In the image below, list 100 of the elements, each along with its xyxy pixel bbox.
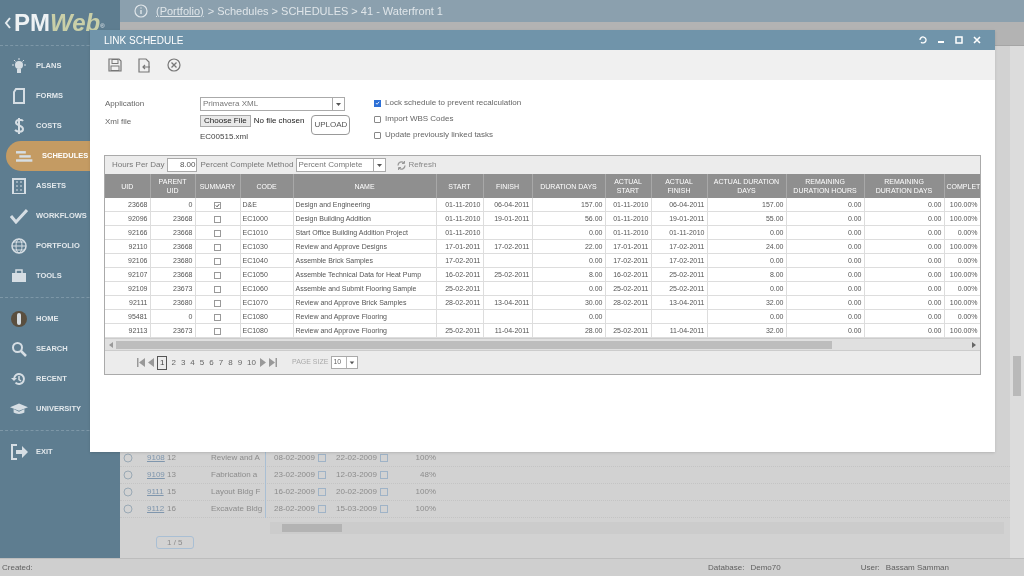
- scroll-right-icon[interactable]: [971, 341, 977, 348]
- scrollbar-thumb[interactable]: [282, 524, 342, 532]
- field-label: Hours Per Day: [112, 159, 165, 171]
- page-field[interactable]: 1 / 5: [156, 535, 194, 549]
- task-link[interactable]: 9112: [147, 503, 167, 515]
- table-cell-text: 16-02-2009: [274, 486, 316, 498]
- checkbox[interactable]: [214, 257, 221, 265]
- close-icon[interactable]: [973, 36, 981, 44]
- calendar-icon[interactable]: [318, 488, 326, 496]
- exit-icon: [10, 444, 28, 460]
- checkbox[interactable]: [214, 299, 221, 307]
- checkbox[interactable]: [374, 99, 381, 107]
- task-link[interactable]: 9108: [147, 452, 167, 464]
- field-label: Application: [105, 98, 146, 110]
- page-button[interactable]: 9: [236, 356, 244, 369]
- caret-icon: [332, 98, 344, 110]
- last-page-icon[interactable]: [269, 358, 277, 367]
- refresh-icon[interactable]: [919, 36, 927, 44]
- file-status: No file chosen: [253, 115, 305, 127]
- previous-page-icon[interactable]: [148, 358, 154, 367]
- maximize-icon[interactable]: [955, 36, 963, 44]
- globe-icon: [10, 238, 28, 254]
- info-icon[interactable]: [134, 4, 148, 18]
- first-page-icon[interactable]: [137, 358, 145, 367]
- checkbox[interactable]: [374, 115, 381, 123]
- checkbox[interactable]: [214, 327, 221, 335]
- page-button[interactable]: 2: [170, 356, 177, 369]
- application-select[interactable]: Primavera XML: [200, 97, 345, 111]
- page-button[interactable]: 1: [157, 355, 168, 370]
- breadcrumb: > Schedules > SCHEDULES > 41 - Waterfront 1: [207, 3, 443, 19]
- page-button[interactable]: 6: [208, 356, 215, 369]
- calendar-icon[interactable]: [318, 454, 326, 462]
- history-icon: [10, 371, 28, 387]
- upload-button[interactable]: UPLOAD: [311, 115, 351, 135]
- task-link[interactable]: 9111: [147, 486, 167, 498]
- page-button[interactable]: 3: [179, 356, 187, 369]
- choose-file-button[interactable]: Choose File: [200, 115, 251, 127]
- calendar-icon[interactable]: [380, 505, 388, 513]
- graduation-cap-icon: [10, 402, 28, 416]
- table-cell-text: 23-02-2009: [274, 469, 316, 481]
- checkbox[interactable]: [214, 243, 221, 251]
- calendar-icon[interactable]: [380, 471, 388, 479]
- scrollbar-thumb[interactable]: [1013, 356, 1021, 396]
- cancel-icon[interactable]: [167, 58, 181, 72]
- refresh-button[interactable]: Refresh: [397, 159, 437, 171]
- document-icon: [10, 88, 28, 104]
- next-page-icon[interactable]: [260, 358, 266, 367]
- scroll-left-icon[interactable]: [108, 341, 114, 348]
- table-cell-text: Layout Bldg F: [210, 486, 262, 498]
- lightbulb-icon: [10, 58, 28, 74]
- checkbox[interactable]: [374, 131, 381, 139]
- page-button[interactable]: 10: [246, 356, 257, 369]
- table-cell-text: 12-03-2009: [336, 469, 378, 481]
- search-icon: [10, 341, 28, 357]
- page-button[interactable]: 4: [189, 356, 196, 369]
- refresh-icon: [397, 160, 407, 170]
- file-name: EC00515.xml: [200, 131, 250, 143]
- status-label: Database:: [708, 561, 745, 574]
- checkbox[interactable]: [214, 201, 221, 209]
- calendar-icon[interactable]: [380, 454, 388, 462]
- hours-field[interactable]: 8.00: [167, 158, 198, 172]
- calendar-icon[interactable]: [380, 488, 388, 496]
- checkbox-label: Lock schedule to prevent recalculation: [385, 97, 522, 109]
- checkbox[interactable]: [214, 215, 221, 223]
- field-label: Percent Complete Method: [200, 159, 294, 171]
- table-cell-text: 20-02-2009: [336, 486, 378, 498]
- export-icon[interactable]: [138, 57, 151, 73]
- breadcrumb-link[interactable]: (Portfolio): [156, 2, 204, 20]
- checkbox[interactable]: [214, 229, 221, 237]
- table-cell-text: 08-02-2009: [274, 452, 316, 464]
- calendar-icon[interactable]: [318, 505, 326, 513]
- status-value: Demo70: [750, 561, 781, 574]
- field-label: Xml file: [105, 116, 133, 128]
- status-label: User:: [860, 561, 880, 574]
- method-select[interactable]: Percent Complete: [296, 158, 387, 172]
- page-button[interactable]: 5: [198, 356, 206, 369]
- dialog-title: LINK SCHEDULE: [104, 33, 185, 48]
- table-cell-text: 13: [167, 469, 177, 481]
- checkbox[interactable]: [214, 285, 221, 293]
- page-button[interactable]: 8: [227, 356, 234, 369]
- scrollbar-thumb[interactable]: [116, 340, 832, 349]
- save-icon[interactable]: [108, 58, 122, 72]
- status-label: Created:: [2, 561, 34, 574]
- bars-icon: [16, 149, 34, 163]
- checkbox[interactable]: [214, 313, 221, 321]
- checkbox-label: Update previously linked tasks: [385, 129, 494, 141]
- task-link[interactable]: 9109: [147, 469, 167, 481]
- checkbox-label: Import WBS Codes: [385, 113, 454, 125]
- table-cell-text: 12: [167, 452, 177, 464]
- table-cell-text: Excavate Bldg: [210, 503, 264, 515]
- chevron-left-icon[interactable]: [4, 16, 12, 29]
- table-cell-text: 15: [167, 486, 177, 498]
- table-cell-text: 16: [167, 503, 177, 515]
- checkbox[interactable]: [214, 271, 221, 279]
- table-cell-text: 28-02-2009: [274, 503, 316, 515]
- page-button[interactable]: 7: [217, 356, 225, 369]
- calendar-icon[interactable]: [318, 471, 326, 479]
- toolbox-icon: [10, 269, 28, 283]
- building-icon: [10, 178, 28, 194]
- table-cell-text: Review and A: [210, 452, 261, 464]
